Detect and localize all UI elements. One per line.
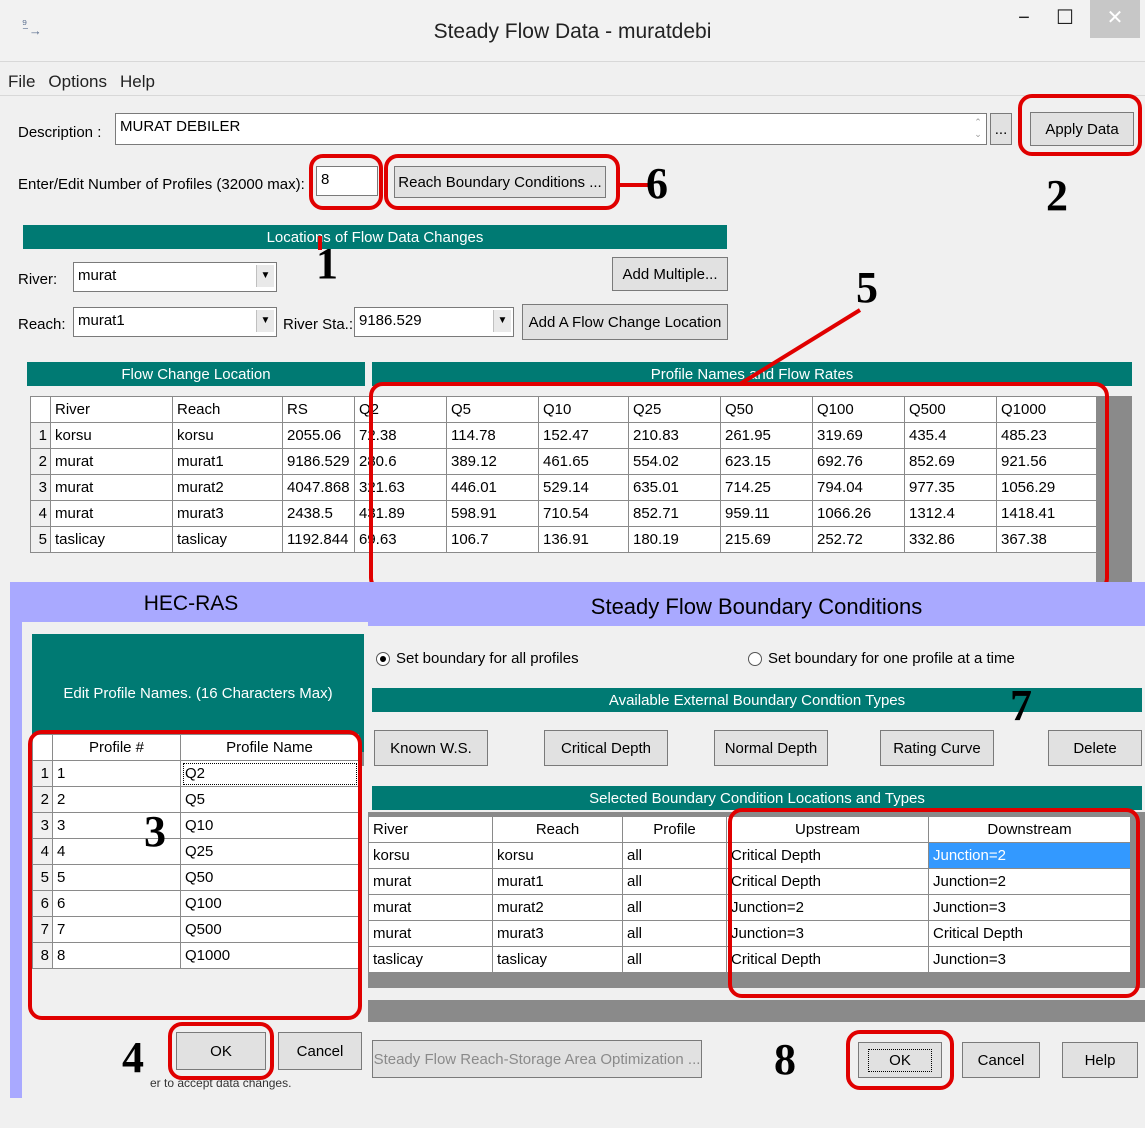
cell[interactable]: all — [622, 842, 727, 869]
annotation-number-7: 7 — [1010, 681, 1032, 730]
annotation-box-7 — [728, 808, 1140, 998]
cell[interactable]: murat2 — [492, 894, 623, 921]
hecras-title: HEC-RAS — [143, 592, 239, 615]
boundary-conditions-dialog: Steady Flow Boundary Conditions Set boun… — [368, 582, 1145, 1128]
bc-title: Steady Flow Boundary Conditions — [590, 594, 923, 619]
radio-one-label: Set boundary for one profile at a time — [768, 650, 1015, 667]
column-header: Profile — [622, 816, 727, 843]
annotation-number-8: 8 — [774, 1035, 796, 1084]
cell[interactable]: korsu — [492, 842, 623, 869]
cell[interactable]: murat3 — [492, 920, 623, 947]
cell[interactable]: all — [622, 946, 727, 973]
cell[interactable]: murat — [368, 894, 493, 921]
cell[interactable]: murat — [368, 868, 493, 895]
annotation-connector-5 — [738, 308, 862, 386]
column-header: River — [368, 816, 493, 843]
radio-unselected-icon — [748, 652, 762, 667]
cell[interactable]: korsu — [368, 842, 493, 869]
critical-depth-button[interactable]: Critical Depth — [544, 730, 668, 766]
radio-one-profile[interactable]: Set boundary for one profile at a time — [748, 650, 1015, 667]
normal-depth-button[interactable]: Normal Depth — [714, 730, 828, 766]
bc-selected-header: Selected Boundary Condition Locations an… — [372, 786, 1142, 810]
radio-all-profiles[interactable]: Set boundary for all profiles — [376, 650, 579, 667]
annotation-box-8 — [846, 1030, 954, 1090]
hecras-dialog: HEC-RAS Edit Profile Names. (16 Characte… — [10, 582, 372, 1098]
cell[interactable]: all — [622, 920, 727, 947]
cell[interactable]: taslicay — [368, 946, 493, 973]
cell[interactable]: murat1 — [492, 868, 623, 895]
radio-all-label: Set boundary for all profiles — [396, 650, 579, 667]
cell[interactable]: all — [622, 894, 727, 921]
delete-button[interactable]: Delete — [1048, 730, 1142, 766]
annotation-number-3: 3 — [144, 807, 166, 856]
cell[interactable]: taslicay — [492, 946, 623, 973]
annotation-number-4: 4 — [122, 1033, 144, 1082]
radio-selected-icon — [376, 652, 390, 667]
rating-curve-button[interactable]: Rating Curve — [880, 730, 994, 766]
bc-help-button[interactable]: Help — [1062, 1042, 1138, 1078]
annotation-box-3 — [28, 730, 362, 1020]
hecras-cancel-button[interactable]: Cancel — [278, 1032, 362, 1070]
annotation-box-4 — [168, 1022, 274, 1080]
column-header: Reach — [492, 816, 623, 843]
optimization-button[interactable]: Steady Flow Reach-Storage Area Optimizat… — [372, 1040, 702, 1078]
known-ws-button[interactable]: Known W.S. — [374, 730, 488, 766]
bc-cancel-button[interactable]: Cancel — [962, 1042, 1040, 1078]
cell[interactable]: all — [622, 868, 727, 895]
cell[interactable]: murat — [368, 920, 493, 947]
